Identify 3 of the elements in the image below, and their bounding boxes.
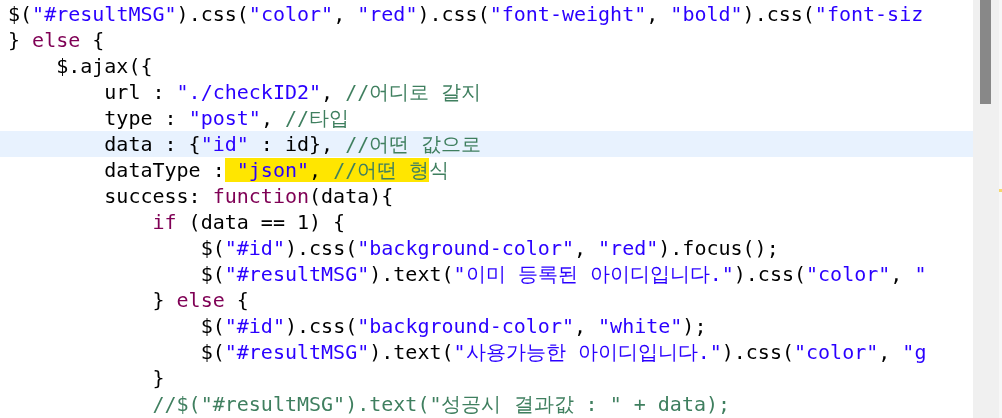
overview-ruler-mark: [999, 189, 1002, 192]
scrollbar-thumb[interactable]: [980, 0, 991, 104]
scrollbar[interactable]: [973, 0, 999, 418]
